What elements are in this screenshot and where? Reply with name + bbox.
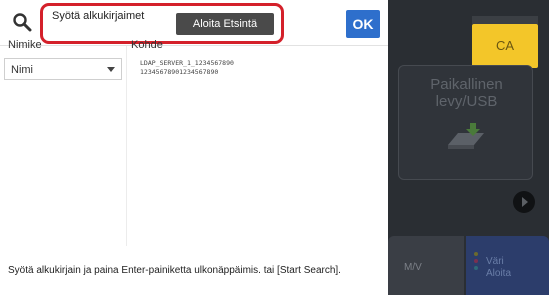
server-target[interactable]: LDAP_SERVER_1_1234567890 123456789012345… (140, 59, 234, 77)
instruction-text: Syötä alkukirjain ja paina Enter-painike… (8, 265, 341, 276)
field-select[interactable]: Nimi (4, 58, 122, 80)
column-header-target: Kohde (131, 39, 163, 51)
mono-start-label: M/V (404, 262, 422, 273)
local-drive-tile[interactable]: Paikallinen levy/USB (398, 65, 533, 180)
color-dots-icon (474, 252, 478, 273)
local-drive-label: Paikallinen levy/USB (430, 76, 503, 110)
server-line-2: 12345678901234567890 (140, 68, 219, 76)
search-panel: Syötä alkukirjaimet Aloita Etsintä OK Ni… (0, 0, 388, 295)
dropdown-arrow-icon (107, 67, 115, 72)
ca-button[interactable]: CA (472, 16, 538, 68)
header-divider (0, 45, 388, 46)
search-icon (13, 13, 32, 32)
column-divider (126, 46, 127, 246)
field-select-value: Nimi (11, 64, 33, 76)
color-start-tile[interactable]: Väri Aloita (466, 236, 549, 295)
local-drive-icon (448, 123, 484, 149)
address-search-screen: CA Paikallinen levy/USB M/V Väri Aloita … (0, 0, 549, 295)
server-line-1: LDAP_SERVER_1_1234567890 (140, 59, 234, 67)
forward-arrow-icon[interactable] (513, 191, 535, 213)
callout-highlight (40, 3, 284, 44)
mono-start-tile[interactable]: M/V (388, 236, 464, 295)
column-header-name: Nimike (8, 39, 42, 51)
color-start-label: Väri Aloita (486, 256, 512, 279)
ok-button[interactable]: OK (346, 10, 380, 38)
